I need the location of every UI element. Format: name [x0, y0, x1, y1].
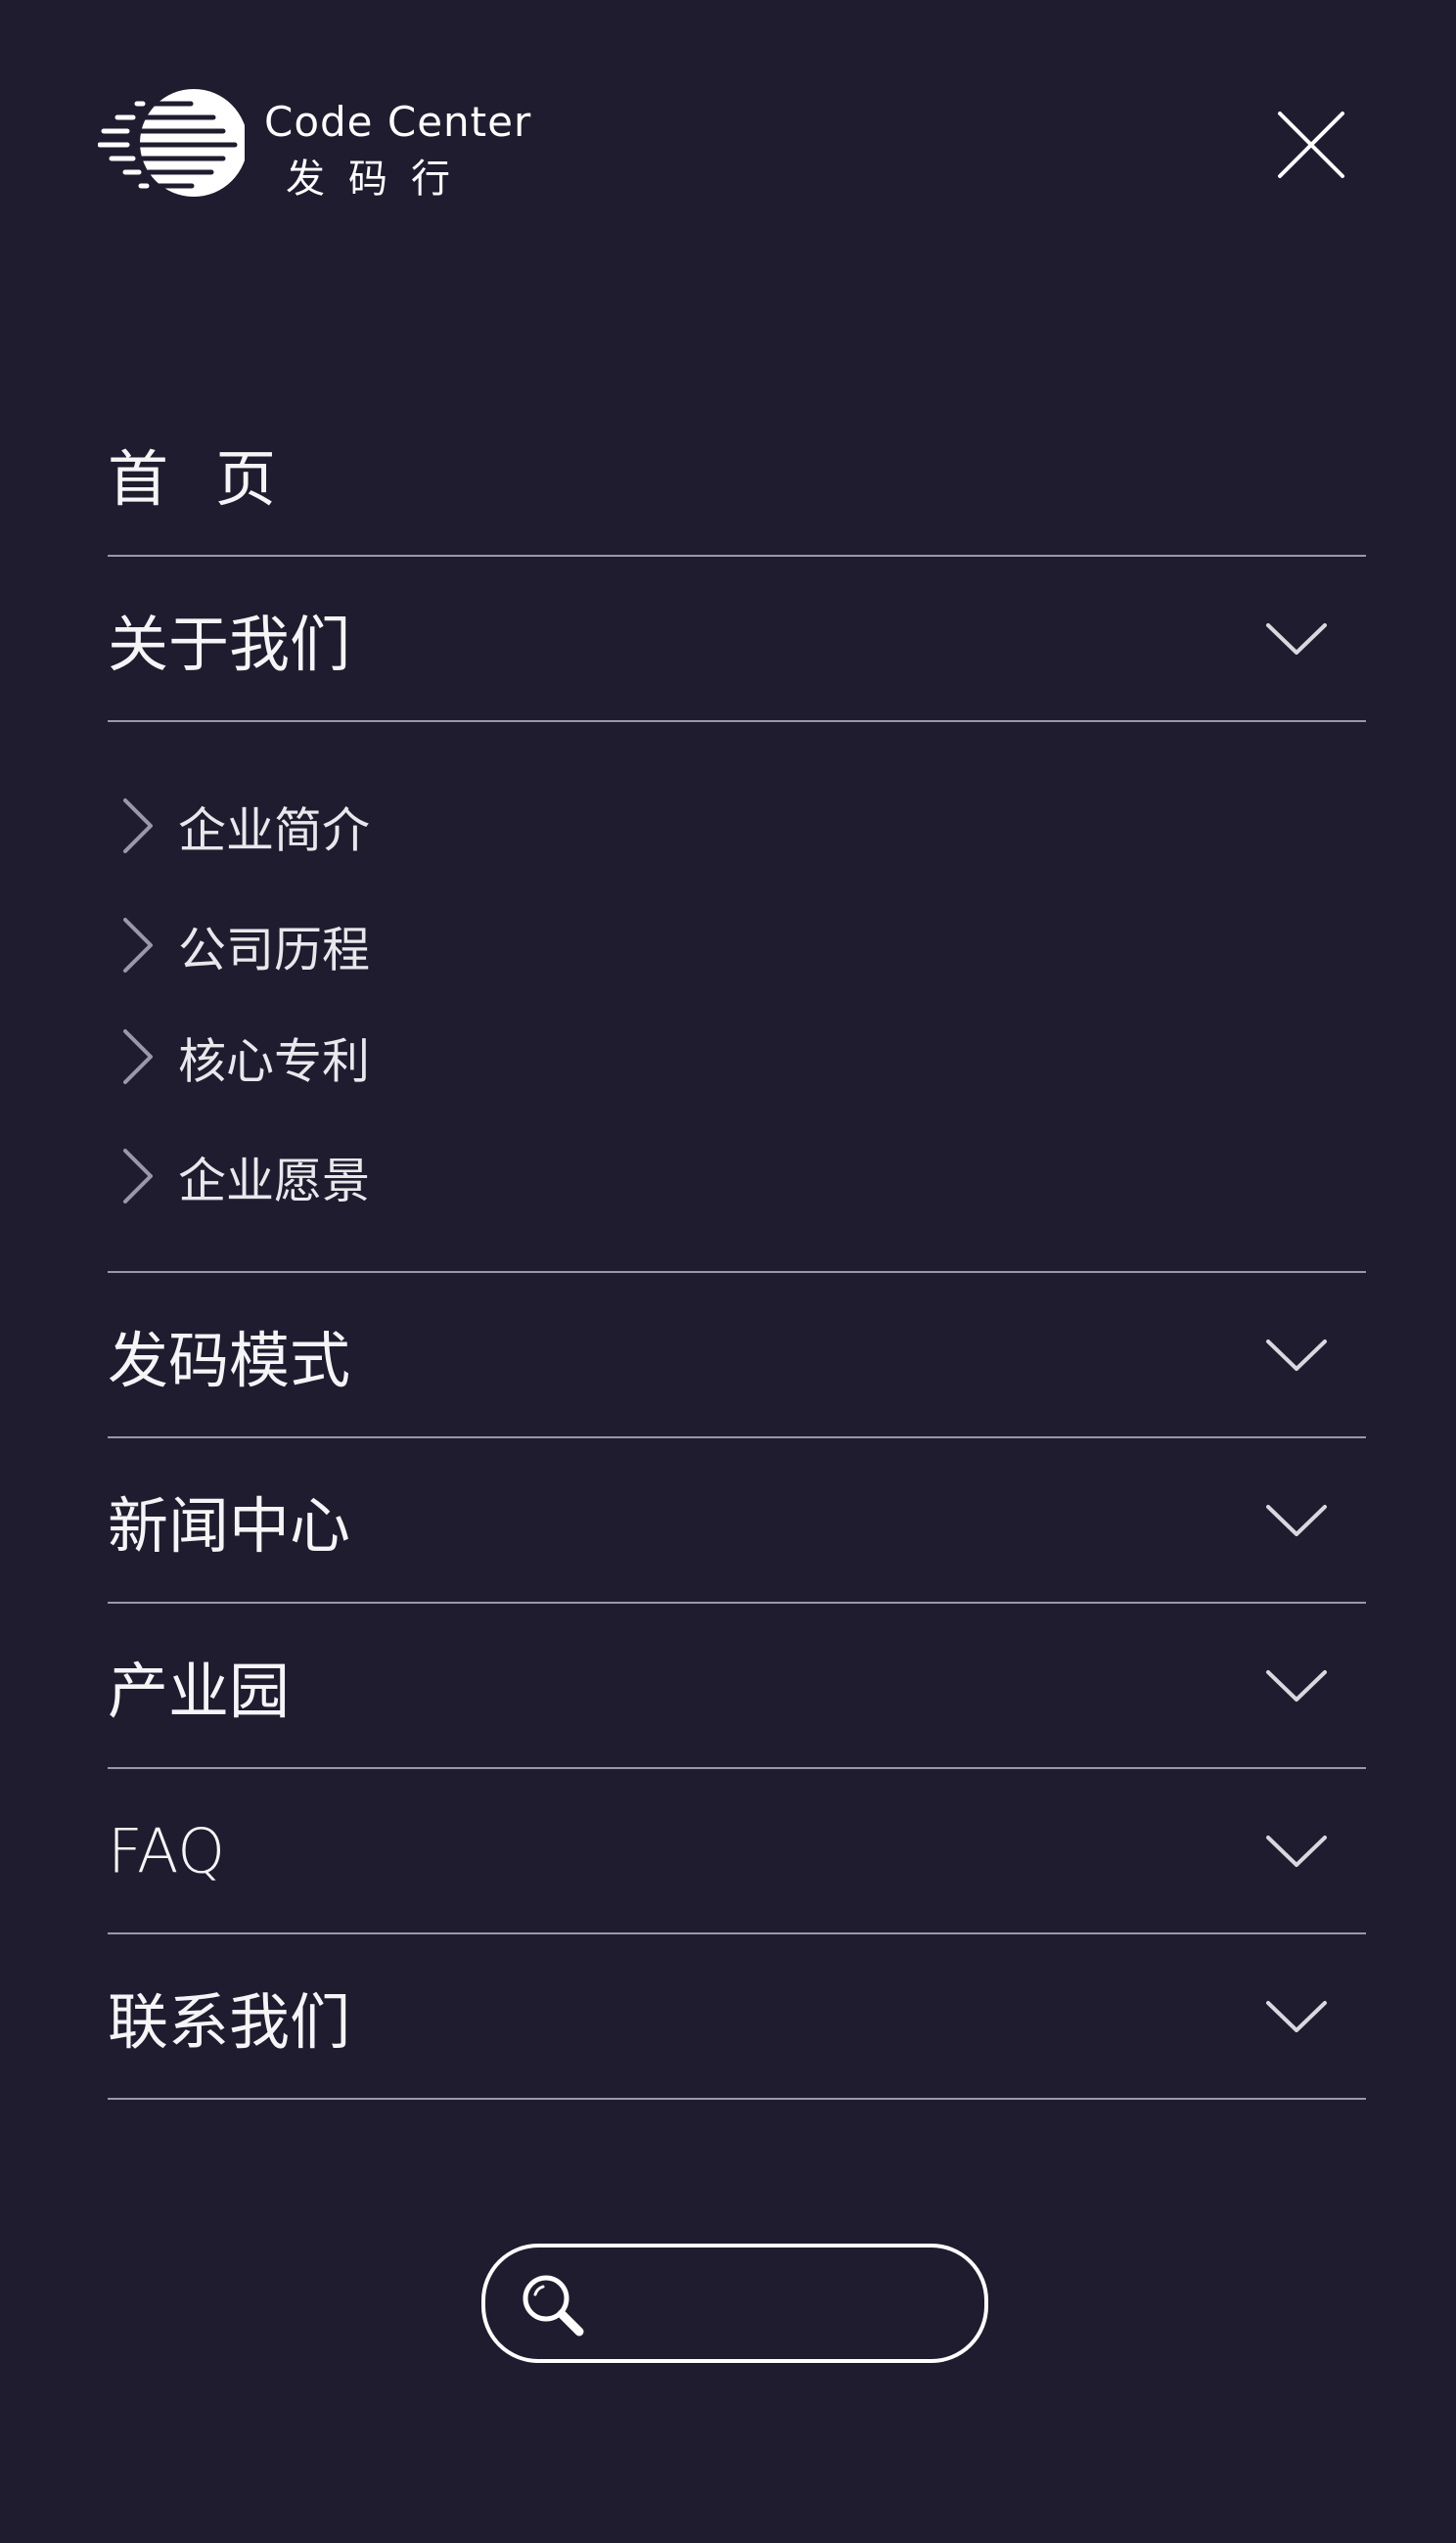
chevron-right-icon — [123, 918, 153, 973]
chevron-down-icon[interactable] — [1262, 1334, 1331, 1377]
header: Code Center 发码行 — [0, 0, 1456, 294]
menu-item-faq[interactable]: FAQ — [108, 1769, 1366, 1934]
menu-item-label: 关于我们 — [108, 608, 351, 680]
mobile-menu: 首页 关于我们 企业简介 公司历程 核心专利 企业愿景 发码模式 新闻中心 产业… — [108, 391, 1366, 2100]
submenu-about: 企业简介 公司历程 核心专利 企业愿景 — [108, 722, 1366, 1273]
submenu-item-label: 企业简介 — [178, 802, 371, 859]
menu-item-home[interactable]: 首页 — [108, 391, 1366, 557]
menu-item-about[interactable]: 关于我们 — [108, 557, 1366, 722]
brand-name-en: Code Center — [264, 98, 532, 146]
close-icon[interactable] — [1272, 106, 1350, 184]
menu-item-news[interactable]: 新闻中心 — [108, 1438, 1366, 1604]
menu-item-label: FAQ — [108, 1815, 226, 1886]
chevron-down-icon[interactable] — [1262, 1995, 1331, 2038]
menu-item-label: 发码模式 — [108, 1324, 351, 1396]
submenu-item-patents[interactable]: 核心专利 — [108, 1014, 695, 1102]
chevron-down-icon[interactable] — [1262, 1499, 1331, 1542]
submenu-item-vision[interactable]: 企业愿景 — [108, 1133, 695, 1221]
submenu-item-label: 公司历程 — [178, 922, 371, 978]
menu-item-park[interactable]: 产业园 — [108, 1604, 1366, 1769]
menu-item-contact[interactable]: 联系我们 — [108, 1934, 1366, 2100]
chevron-right-icon — [123, 798, 153, 853]
menu-item-label: 联系我们 — [108, 1985, 351, 2058]
submenu-item-label: 核心专利 — [178, 1033, 371, 1090]
search-input[interactable] — [603, 2265, 959, 2343]
logo[interactable]: Code Center 发码行 — [98, 86, 530, 208]
submenu-item-profile[interactable]: 企业简介 — [108, 783, 695, 871]
brand-name-cn: 发码行 — [286, 157, 474, 202]
submenu-item-history[interactable]: 公司历程 — [108, 902, 695, 990]
logo-mark-icon — [98, 89, 245, 197]
search-box[interactable] — [481, 2244, 988, 2363]
submenu-item-label: 企业愿景 — [178, 1153, 371, 1209]
chevron-down-icon[interactable] — [1262, 1664, 1331, 1707]
search-icon[interactable] — [519, 2271, 587, 2339]
chevron-down-icon[interactable] — [1262, 617, 1331, 660]
menu-item-label: 产业园 — [108, 1655, 291, 1727]
menu-item-label: 新闻中心 — [108, 1489, 351, 1562]
chevron-right-icon — [123, 1149, 153, 1203]
menu-item-model[interactable]: 发码模式 — [108, 1273, 1366, 1438]
chevron-right-icon — [123, 1029, 153, 1084]
chevron-down-icon[interactable] — [1262, 1830, 1331, 1873]
menu-item-label: 首页 — [108, 442, 324, 515]
